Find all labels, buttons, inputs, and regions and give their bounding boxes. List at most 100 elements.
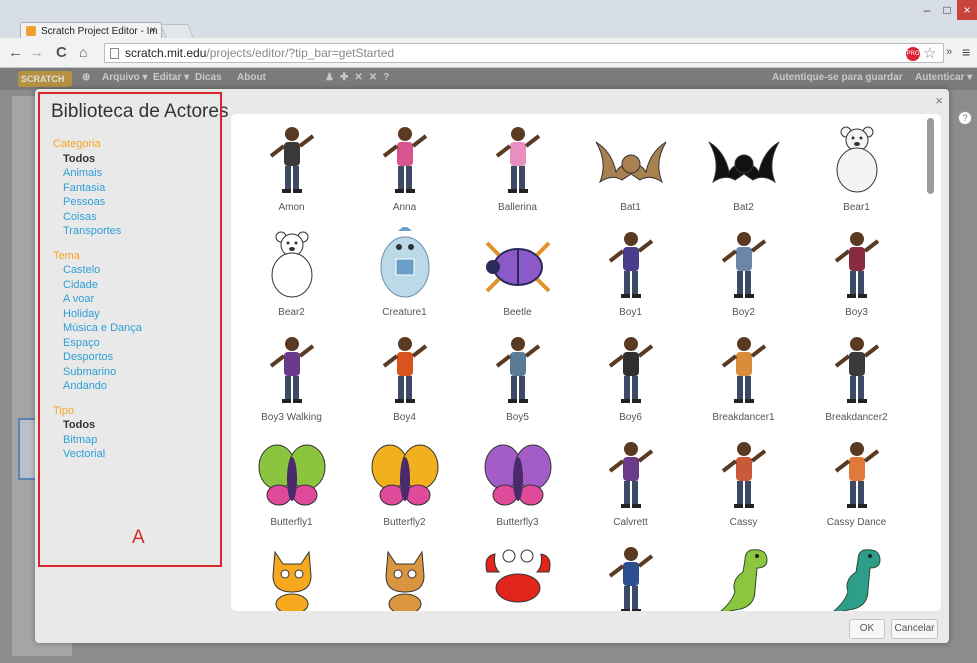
- bookmark-star-icon[interactable]: ☆: [923, 44, 936, 62]
- person-icon: [800, 227, 913, 303]
- sprite-item[interactable]: Bear2: [235, 223, 348, 328]
- sprite-name: Breakdancer1: [712, 412, 775, 423]
- sprite-item[interactable]: Cassy: [687, 433, 800, 538]
- person-icon: [574, 227, 687, 303]
- bear-icon: [235, 227, 348, 303]
- globe-icon[interactable]: ⊕: [82, 72, 90, 83]
- window-close-button[interactable]: ×: [957, 0, 977, 20]
- browser-tab[interactable]: Scratch Project Editor - Im ×: [20, 22, 162, 39]
- sprite-name: Boy6: [619, 412, 642, 423]
- sprite-item[interactable]: [800, 538, 913, 611]
- sprite-name: Boy2: [732, 307, 755, 318]
- sprite-name: Boy5: [506, 412, 529, 423]
- cat-icon: [348, 542, 461, 611]
- sprite-item[interactable]: Breakdancer1: [687, 328, 800, 433]
- sprite-item[interactable]: [461, 538, 574, 611]
- sprite-item[interactable]: Butterfly1: [235, 433, 348, 538]
- butterfly-icon: [235, 437, 348, 513]
- menu-editar[interactable]: Editar ▾: [153, 72, 189, 83]
- tab-close-icon[interactable]: ×: [150, 25, 156, 36]
- sprite-item[interactable]: Breakdancer2: [800, 328, 913, 433]
- stage-tools-icon[interactable]: ♟✚✕✕?: [325, 72, 395, 83]
- beetle-icon: [461, 227, 574, 303]
- sprite-item[interactable]: Bat2: [687, 118, 800, 223]
- overflow-chevron-icon[interactable]: »: [946, 46, 952, 58]
- sprite-item[interactable]: Beetle: [461, 223, 574, 328]
- help-icon[interactable]: ?: [958, 111, 972, 125]
- sprite-name: Bat2: [733, 202, 754, 213]
- sprite-item[interactable]: Butterfly2: [348, 433, 461, 538]
- url-host: scratch.mit.edu: [125, 46, 207, 60]
- person-icon: [800, 437, 913, 513]
- sprite-name: Boy4: [393, 412, 416, 423]
- sprite-item[interactable]: Creature1: [348, 223, 461, 328]
- window-maximize-button[interactable]: □: [937, 0, 957, 20]
- bat-icon: [687, 122, 800, 198]
- address-bar[interactable]: scratch.mit.edu/projects/editor/?tip_bar…: [104, 43, 944, 63]
- extension-icon[interactable]: PRO: [906, 47, 920, 61]
- reload-icon[interactable]: C: [56, 44, 67, 61]
- sprite-item[interactable]: Ballerina: [461, 118, 574, 223]
- sprite-name: Cassy Dance: [826, 517, 887, 528]
- person-icon: [574, 437, 687, 513]
- sprite-name: Creature1: [382, 307, 427, 318]
- sprite-item[interactable]: Calvrett: [574, 433, 687, 538]
- person-icon: [461, 332, 574, 408]
- scratch-logo[interactable]: SCRATCH: [18, 71, 72, 87]
- forward-arrow-icon[interactable]: →: [29, 44, 44, 61]
- sprite-item[interactable]: Boy2: [687, 223, 800, 328]
- sprite-item[interactable]: Boy1: [574, 223, 687, 328]
- sprite-name: Boy3: [845, 307, 868, 318]
- menu-icon[interactable]: ≡: [962, 44, 970, 60]
- sprite-item[interactable]: [574, 538, 687, 611]
- sprite-item[interactable]: [687, 538, 800, 611]
- person-icon: [461, 122, 574, 198]
- cancel-button[interactable]: Cancelar: [891, 619, 938, 639]
- person-icon: [687, 332, 800, 408]
- sprite-name: Boy3 Walking: [261, 412, 322, 423]
- close-icon[interactable]: ×: [935, 93, 943, 108]
- person-icon: [235, 122, 348, 198]
- sprite-name: Cassy: [729, 517, 758, 528]
- sprite-item[interactable]: Boy3: [800, 223, 913, 328]
- sprite-item[interactable]: [235, 538, 348, 611]
- sprite-item[interactable]: Amon: [235, 118, 348, 223]
- home-icon[interactable]: ⌂: [79, 44, 87, 60]
- sprite-item[interactable]: Boy4: [348, 328, 461, 433]
- menu-about[interactable]: About: [237, 72, 266, 83]
- scrollbar[interactable]: [927, 118, 934, 608]
- sprite-item[interactable]: Anna: [348, 118, 461, 223]
- back-arrow-icon[interactable]: ←: [8, 44, 23, 61]
- sprite-item[interactable]: Bear1: [800, 118, 913, 223]
- scroll-thumb[interactable]: [927, 118, 934, 194]
- sprite-name: Calvrett: [613, 517, 648, 528]
- sprite-name: Anna: [392, 202, 417, 213]
- save-hint[interactable]: Autentique-se para guardar: [772, 72, 903, 83]
- sprite-item[interactable]: Boy6: [574, 328, 687, 433]
- menu-arquivo[interactable]: Arquivo ▾: [102, 72, 148, 83]
- person-icon: [687, 227, 800, 303]
- sprite-item[interactable]: Boy5: [461, 328, 574, 433]
- annotation-label: A: [132, 527, 145, 548]
- sprite-grid: Amon Anna Ballerina Bat1 Bat2 Bear1 Bear…: [235, 118, 915, 611]
- new-tab-button[interactable]: [160, 24, 194, 38]
- sprite-name: Butterfly2: [383, 517, 426, 528]
- sprite-name: Boy1: [619, 307, 642, 318]
- sprite-item[interactable]: Bat1: [574, 118, 687, 223]
- sprite-item[interactable]: Butterfly3: [461, 433, 574, 538]
- ok-button[interactable]: OK: [849, 619, 885, 639]
- scratch-favicon-icon: [26, 26, 36, 36]
- window-minimize-button[interactable]: –: [917, 0, 937, 20]
- bear-icon: [800, 122, 913, 198]
- person-icon: [687, 437, 800, 513]
- sprite-name: Amon: [278, 202, 305, 213]
- signin-link[interactable]: Autenticar ▾: [915, 72, 972, 83]
- sprite-item[interactable]: Cassy Dance: [800, 433, 913, 538]
- sprite-item[interactable]: [348, 538, 461, 611]
- menu-dicas[interactable]: Dicas: [195, 72, 222, 83]
- tab-title: Scratch Project Editor - Im: [41, 26, 158, 37]
- sprite-item[interactable]: Boy3 Walking: [235, 328, 348, 433]
- butterfly-icon: [461, 437, 574, 513]
- sprite-name: Beetle: [503, 307, 532, 318]
- person-icon: [348, 332, 461, 408]
